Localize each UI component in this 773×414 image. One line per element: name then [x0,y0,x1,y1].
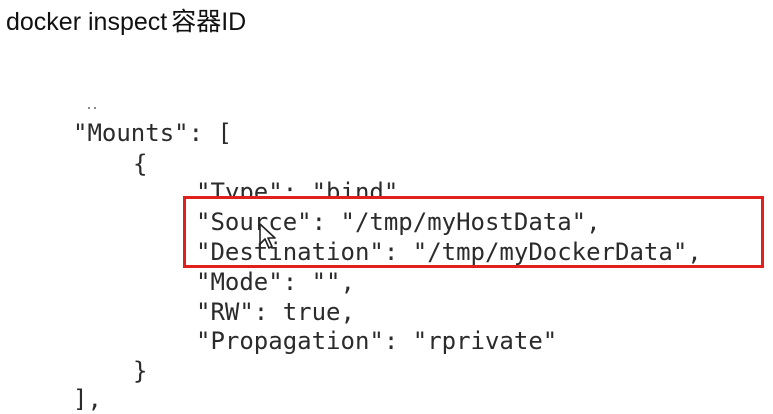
code-line-source: "Source": "/tmp/myHostData", [196,208,601,236]
screenshot-canvas: docker inspect 容器ID "Mounts": [ { "Type":… [0,0,773,414]
code-line-mode: "Mode": "", [196,268,355,296]
code-line-mounts: "Mounts": [ [73,119,232,147]
command-text: docker inspect [6,8,168,36]
mouse-pointer-icon [258,222,280,250]
code-line-rw: "RW": true, [196,298,355,326]
code-line-close-brace: } [133,357,148,385]
code-line-type: "Type": "bind", [196,178,413,206]
page-title: docker inspect 容器ID [6,6,246,38]
code-line-open-brace: { [133,150,148,178]
code-line-close-bracket: ], [73,385,102,413]
command-argument: 容器ID [171,8,247,36]
code-line-propagation: "Propagation": "rprivate" [196,327,558,355]
stray-mark [87,103,97,109]
